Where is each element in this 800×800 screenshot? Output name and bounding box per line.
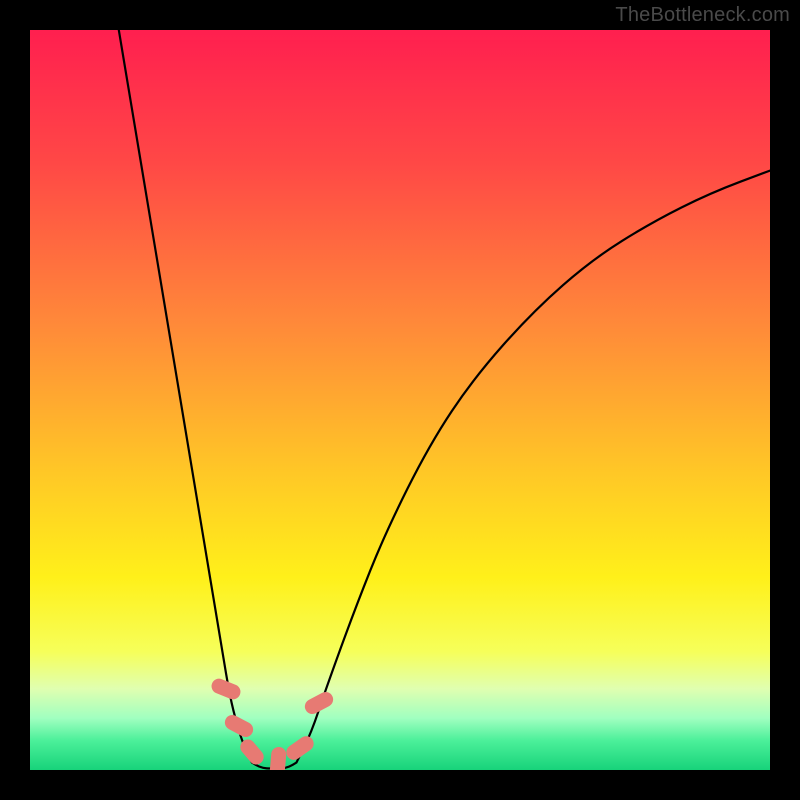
plot-area — [30, 30, 770, 770]
background-gradient — [30, 30, 770, 770]
watermark-text: TheBottleneck.com — [615, 4, 790, 27]
curve-marker — [269, 746, 287, 770]
chart-frame: TheBottleneck.com — [0, 0, 800, 800]
